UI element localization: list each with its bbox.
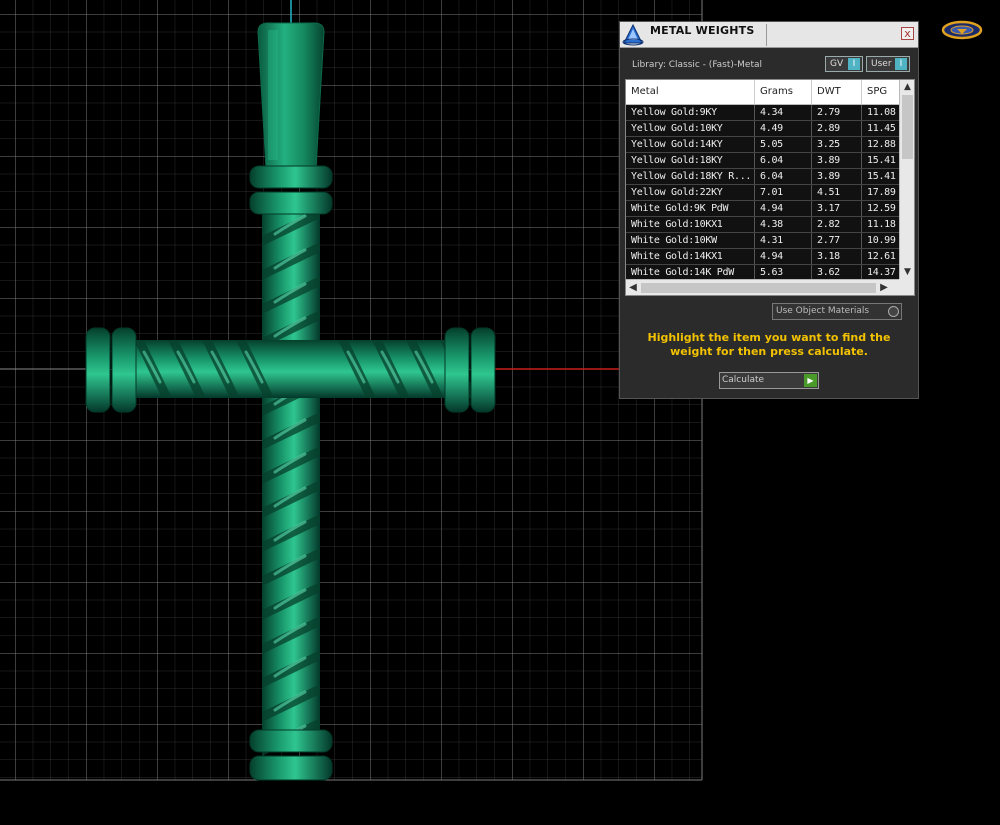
- metal-cell: White Gold:10KX1: [626, 217, 755, 232]
- column-header-metal[interactable]: Metal: [626, 80, 755, 104]
- dwt-cell: 2.89: [812, 121, 862, 136]
- dwt-cell: 3.17: [812, 201, 862, 216]
- spg-cell: 17.89: [867, 187, 896, 198]
- panel-title: METAL WEIGHTS: [650, 24, 755, 37]
- user-toggle-label: User: [871, 59, 892, 69]
- grams-cell: 4.49: [755, 121, 812, 136]
- user-toggle[interactable]: User I: [866, 56, 910, 72]
- gv-toggle-label: GV: [830, 59, 844, 69]
- gv-toggle[interactable]: GV I: [825, 56, 863, 72]
- user-toggle-knob: I: [895, 58, 907, 70]
- metal-cell: Yellow Gold:18KY R...: [626, 169, 755, 184]
- dwt-cell: 2.79: [812, 105, 862, 120]
- table-row[interactable]: Yellow Gold:9KY 4.34 2.79 11.08: [626, 105, 899, 121]
- table-row[interactable]: White Gold:9K PdW 4.94 3.17 12.59: [626, 201, 899, 217]
- gemvision-logo-icon[interactable]: [941, 19, 983, 41]
- grams-cell: 7.01: [755, 185, 812, 200]
- metal-cell: Yellow Gold:18KY: [626, 153, 755, 168]
- scroll-right-icon[interactable]: ▶: [877, 280, 891, 295]
- spg-cell: 10.99: [867, 235, 896, 246]
- vertical-scroll-thumb[interactable]: [902, 95, 913, 159]
- table-row[interactable]: Yellow Gold:14KY 5.05 3.25 12.88: [626, 137, 899, 153]
- grams-cell: 5.05: [755, 137, 812, 152]
- scroll-down-icon[interactable]: ▼: [900, 265, 914, 279]
- dwt-cell: 3.62: [812, 265, 862, 280]
- grams-cell: 6.04: [755, 169, 812, 184]
- close-button[interactable]: x: [901, 27, 914, 40]
- matrix-logo-icon: [622, 23, 644, 46]
- vertical-scrollbar[interactable]: ▲ ▼: [899, 80, 914, 279]
- grams-cell: 5.63: [755, 265, 812, 280]
- grams-cell: 4.94: [755, 249, 812, 264]
- table-row[interactable]: Yellow Gold:10KY 4.49 2.89 11.45: [626, 121, 899, 137]
- table-row[interactable]: Yellow Gold:18KY 6.04 3.89 15.41: [626, 153, 899, 169]
- spg-cell: 11.08: [867, 107, 896, 118]
- scroll-up-icon[interactable]: ▲: [900, 80, 914, 94]
- dwt-cell: 4.51: [812, 185, 862, 200]
- table-body: Yellow Gold:9KY 4.34 2.79 11.08 Yellow Gold:…: [626, 105, 899, 281]
- spg-cell: 14.37: [867, 267, 896, 278]
- panel-titlebar[interactable]: METAL WEIGHTS x: [620, 22, 918, 48]
- grams-cell: 4.38: [755, 217, 812, 232]
- column-header-grams[interactable]: Grams: [755, 80, 812, 104]
- library-label: Library: Classic - (Fast)-Metal: [632, 60, 763, 70]
- metal-cell: White Gold:14KX1: [626, 249, 755, 264]
- dwt-cell: 3.18: [812, 249, 862, 264]
- table-row[interactable]: White Gold:14KX1 4.94 3.18 12.61: [626, 249, 899, 265]
- dwt-cell: 3.89: [812, 153, 862, 168]
- table-row[interactable]: Yellow Gold:22KY 7.01 4.51 17.89: [626, 185, 899, 201]
- metal-cell: White Gold:14K PdW: [626, 265, 755, 280]
- spg-cell: 12.61: [867, 251, 896, 262]
- spg-cell: 15.41: [867, 171, 896, 182]
- table-row[interactable]: Yellow Gold:18KY R... 6.04 3.89 15.41: [626, 169, 899, 185]
- grams-cell: 6.04: [755, 153, 812, 168]
- play-icon: ▶: [804, 374, 817, 387]
- table-row[interactable]: White Gold:10KX1 4.38 2.82 11.18: [626, 217, 899, 233]
- spg-cell: 12.88: [867, 139, 896, 150]
- dwt-cell: 3.25: [812, 137, 862, 152]
- metal-cell: Yellow Gold:22KY: [626, 185, 755, 200]
- column-header-spg[interactable]: SPG: [862, 80, 902, 104]
- spg-cell: 11.45: [867, 123, 896, 134]
- horizontal-scroll-thumb[interactable]: [641, 283, 876, 293]
- metal-cell: White Gold:9K PdW: [626, 201, 755, 216]
- metal-cell: Yellow Gold:9KY: [626, 105, 755, 120]
- dwt-cell: 2.77: [812, 233, 862, 248]
- horizontal-scrollbar[interactable]: ◀ ▶: [626, 279, 899, 295]
- dwt-cell: 3.89: [812, 169, 862, 184]
- column-header-dwt[interactable]: DWT: [812, 80, 862, 104]
- title-divider: [766, 24, 767, 46]
- metal-cell: Yellow Gold:10KY: [626, 121, 755, 136]
- table-row[interactable]: White Gold:10KW 4.31 2.77 10.99: [626, 233, 899, 249]
- use-object-materials-label: Use Object Materials: [776, 306, 870, 316]
- use-object-materials-option[interactable]: Use Object Materials: [772, 303, 902, 320]
- scroll-left-icon[interactable]: ◀: [626, 280, 640, 295]
- metal-cell: Yellow Gold:14KY: [626, 137, 755, 152]
- grams-cell: 4.94: [755, 201, 812, 216]
- scrollbar-corner: [899, 279, 914, 295]
- dwt-cell: 2.82: [812, 217, 862, 232]
- spg-cell: 11.18: [867, 219, 896, 230]
- spg-cell: 12.59: [867, 203, 896, 214]
- instruction-text: Highlight the item you want to find the …: [647, 331, 891, 358]
- calculate-label: Calculate: [722, 375, 765, 385]
- gv-toggle-knob: I: [848, 58, 860, 70]
- calculate-button[interactable]: Calculate ▶: [719, 372, 819, 389]
- metal-weights-panel: METAL WEIGHTS x Library: Classic - (Fast…: [619, 21, 919, 399]
- metal-table[interactable]: Metal Grams DWT SPG Yellow Gold:9KY 4.34 2…: [625, 79, 915, 296]
- grams-cell: 4.31: [755, 233, 812, 248]
- use-object-materials-radio[interactable]: [888, 306, 899, 317]
- metal-cell: White Gold:10KW: [626, 233, 755, 248]
- spg-cell: 15.41: [867, 155, 896, 166]
- table-header: Metal Grams DWT SPG: [626, 80, 899, 105]
- grams-cell: 4.34: [755, 105, 812, 120]
